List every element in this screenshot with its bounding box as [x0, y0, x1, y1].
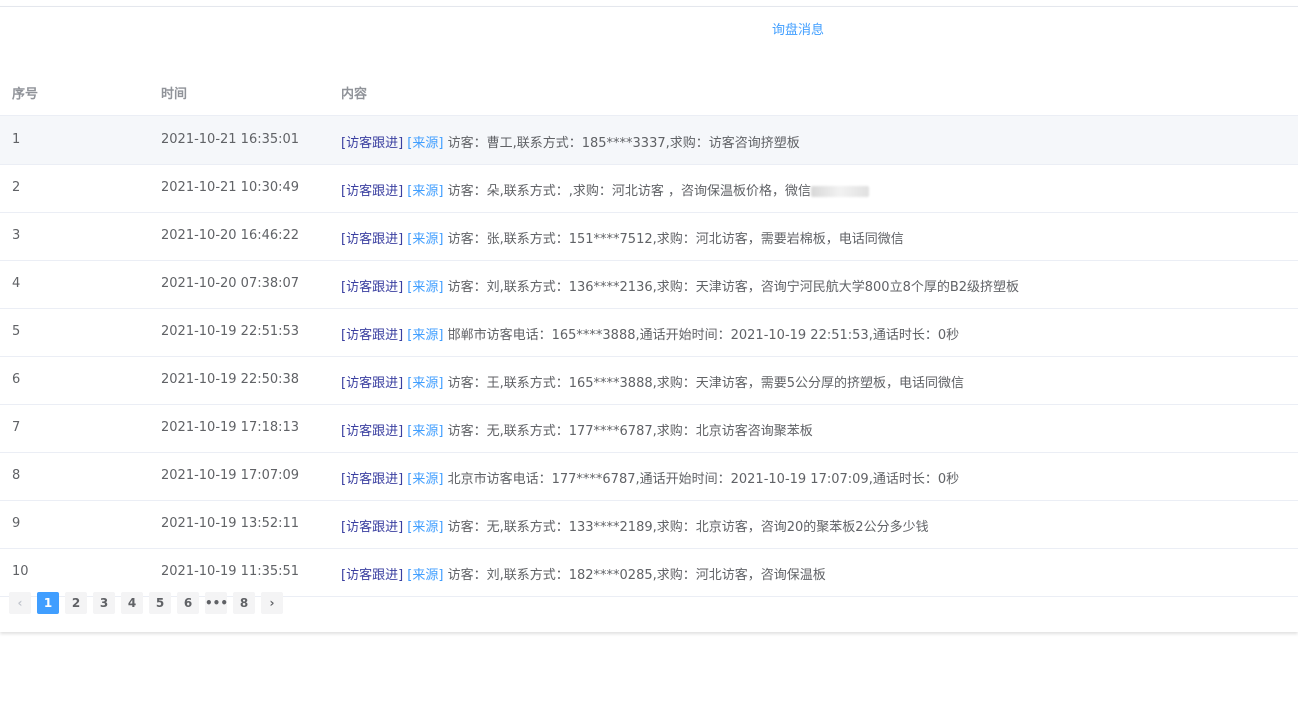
row-time: 2021-10-20 16:46:22 [161, 228, 300, 243]
page-5-button[interactable]: 5 [149, 592, 171, 614]
table-row: 3 2021-10-20 16:46:22 [访客跟进] [来源] 访客：张,联系方… [0, 212, 1298, 261]
follow-up-link[interactable]: [访客跟进] [341, 568, 403, 583]
row-index: 4 [12, 276, 21, 291]
inquiry-panel: 询盘消息 序号 时间 内容 1 2021-10-21 16:35:01 [访客跟进]… [0, 6, 1298, 632]
table-row: 10 2021-10-19 11:35:51 [访客跟进] [来源] 访客：刘,联系… [0, 548, 1298, 597]
source-link[interactable]: [来源] [407, 376, 443, 391]
row-time: 2021-10-19 22:50:38 [161, 372, 300, 387]
row-content: [访客跟进] [来源] 北京市访客电话：177****6787,通话开始时间：2… [341, 468, 959, 487]
row-time: 2021-10-21 10:30:49 [161, 180, 300, 195]
source-link[interactable]: [来源] [407, 184, 443, 199]
row-message: 访客：王,联系方式：165****3888,求购：天津访客，需要5公分厚的挤塑板… [447, 376, 965, 391]
row-message: 访客：无,联系方式：177****6787,求购：北京访客咨询聚苯板 [447, 424, 813, 439]
table-row: 1 2021-10-21 16:35:01 [访客跟进] [来源] 访客：曹工,联系… [0, 116, 1298, 165]
source-link[interactable]: [来源] [407, 472, 443, 487]
tab-inquiry-messages[interactable]: 询盘消息 [772, 19, 824, 38]
row-message: 访客：刘,联系方式：182****0285,求购：河北访客，咨询保温板 [447, 568, 826, 583]
table-row: 9 2021-10-19 13:52:11 [访客跟进] [来源] 访客：无,联系方… [0, 500, 1298, 549]
row-index: 10 [12, 564, 29, 579]
follow-up-link[interactable]: [访客跟进] [341, 472, 403, 487]
header-index: 序号 [12, 87, 39, 102]
row-content: [访客跟进] [来源] 访客：无,联系方式：177****6787,求购：北京访… [341, 420, 813, 439]
row-index: 2 [12, 180, 21, 195]
header-content: 内容 [341, 87, 368, 102]
row-content: [访客跟进] [来源] 访客：王,联系方式：165****3888,求购：天津访… [341, 372, 964, 391]
row-message: 访客：曹工,联系方式：185****3337,求购：访客咨询挤塑板 [447, 136, 800, 151]
follow-up-link[interactable]: [访客跟进] [341, 232, 403, 247]
page-2-button[interactable]: 2 [65, 592, 87, 614]
row-time: 2021-10-19 13:52:11 [161, 516, 300, 531]
page-1-button[interactable]: 1 [37, 592, 59, 614]
row-index: 1 [12, 132, 21, 147]
follow-up-link[interactable]: [访客跟进] [341, 184, 403, 199]
row-time: 2021-10-19 22:51:53 [161, 324, 300, 339]
page-6-button[interactable]: 6 [177, 592, 199, 614]
more-pages-button[interactable]: ••• [205, 592, 228, 614]
row-content: [访客跟进] [来源] 访客：刘,联系方式：136****2136,求购：天津访… [341, 276, 1019, 295]
row-content: [访客跟进] [来源] 访客：曹工,联系方式：185****3337,求购：访客… [341, 132, 800, 151]
row-message: 北京市访客电话：177****6787,通话开始时间：2021-10-19 17… [447, 472, 960, 487]
row-content: [访客跟进] [来源] 访客：朵,联系方式：,求购：河北访客 ，咨询保温板价格，… [341, 180, 869, 199]
row-time: 2021-10-19 17:07:09 [161, 468, 300, 483]
row-content: [访客跟进] [来源] 邯郸市访客电话：165****3888,通话开始时间：2… [341, 324, 959, 343]
follow-up-link[interactable]: [访客跟进] [341, 376, 403, 391]
follow-up-link[interactable]: [访客跟进] [341, 424, 403, 439]
table-row: 8 2021-10-19 17:07:09 [访客跟进] [来源] 北京市访客电话：… [0, 452, 1298, 501]
source-link[interactable]: [来源] [407, 280, 443, 295]
row-content: [访客跟进] [来源] 访客：刘,联系方式：182****0285,求购：河北访… [341, 564, 826, 583]
header-time: 时间 [161, 87, 188, 102]
page-4-button[interactable]: 4 [121, 592, 143, 614]
table-header: 序号 时间 内容 [0, 67, 1298, 116]
row-time: 2021-10-20 07:38:07 [161, 276, 300, 291]
source-link[interactable]: [来源] [407, 424, 443, 439]
source-link[interactable]: [来源] [407, 232, 443, 247]
row-time: 2021-10-21 16:35:01 [161, 132, 300, 147]
source-link[interactable]: [来源] [407, 568, 443, 583]
row-message: 访客：刘,联系方式：136****2136,求购：天津访客，咨询宁河民航大学80… [447, 280, 1020, 295]
row-message: 访客：朵,联系方式：,求购：河北访客 ，咨询保温板价格，微信 [447, 184, 811, 199]
page-3-button[interactable]: 3 [93, 592, 115, 614]
source-link[interactable]: [来源] [407, 136, 443, 151]
follow-up-link[interactable]: [访客跟进] [341, 280, 403, 295]
row-message: 访客：无,联系方式：133****2189,求购：北京访客，咨询20的聚苯板2公… [447, 520, 929, 535]
table-row: 4 2021-10-20 07:38:07 [访客跟进] [来源] 访客：刘,联系方… [0, 260, 1298, 309]
row-index: 9 [12, 516, 21, 531]
row-content: [访客跟进] [来源] 访客：张,联系方式：151****7512,求购：河北访… [341, 228, 904, 247]
table-row: 7 2021-10-19 17:18:13 [访客跟进] [来源] 访客：无,联系方… [0, 404, 1298, 453]
page-last-button[interactable]: 8 [233, 592, 255, 614]
source-link[interactable]: [来源] [407, 328, 443, 343]
row-message: 访客：张,联系方式：151****7512,求购：河北访客，需要岩棉板，电话同微… [447, 232, 904, 247]
redacted-text [811, 186, 869, 197]
table-row: 5 2021-10-19 22:51:53 [访客跟进] [来源] 邯郸市访客电话：… [0, 308, 1298, 357]
row-index: 3 [12, 228, 21, 243]
row-index: 7 [12, 420, 21, 435]
row-message: 邯郸市访客电话：165****3888,通话开始时间：2021-10-19 22… [447, 328, 960, 343]
follow-up-link[interactable]: [访客跟进] [341, 520, 403, 535]
row-time: 2021-10-19 17:18:13 [161, 420, 300, 435]
follow-up-link[interactable]: [访客跟进] [341, 328, 403, 343]
row-index: 5 [12, 324, 21, 339]
follow-up-link[interactable]: [访客跟进] [341, 136, 403, 151]
row-index: 6 [12, 372, 21, 387]
table-row: 2 2021-10-21 10:30:49 [访客跟进] [来源] 访客：朵,联系方… [0, 164, 1298, 213]
next-page-button[interactable]: › [261, 592, 283, 614]
prev-page-button[interactable]: ‹ [9, 592, 31, 614]
source-link[interactable]: [来源] [407, 520, 443, 535]
table-row: 6 2021-10-19 22:50:38 [访客跟进] [来源] 访客：王,联系方… [0, 356, 1298, 405]
row-time: 2021-10-19 11:35:51 [161, 564, 300, 579]
row-content: [访客跟进] [来源] 访客：无,联系方式：133****2189,求购：北京访… [341, 516, 929, 535]
row-index: 8 [12, 468, 21, 483]
